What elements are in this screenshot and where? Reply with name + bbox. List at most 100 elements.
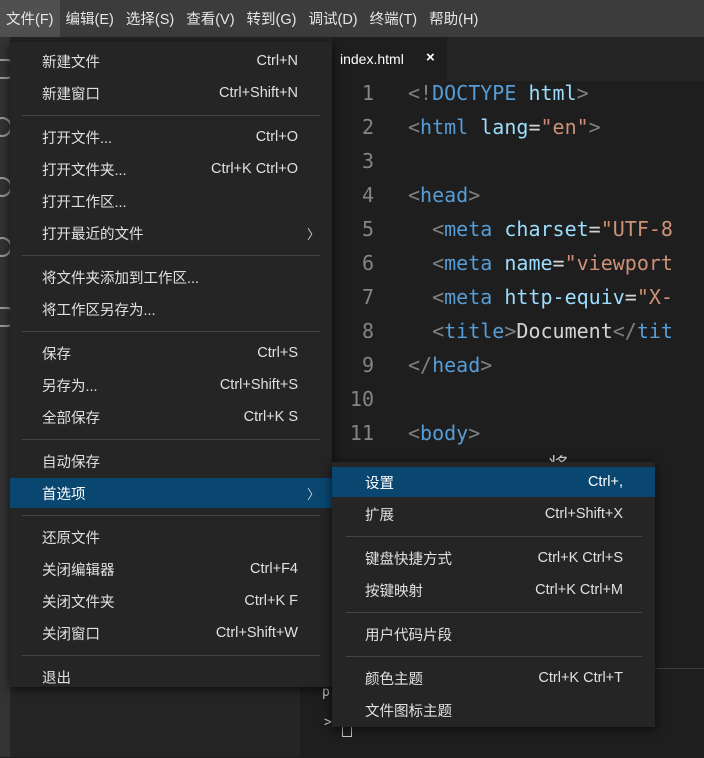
menu-item[interactable]: 还原文件 (10, 522, 332, 552)
line-number: 7 (361, 285, 374, 309)
menu-item-shortcut: Ctrl+K Ctrl+O (210, 161, 298, 177)
code-line[interactable]: 8 <title>Document</tit (332, 319, 704, 353)
menu-item[interactable]: 全部保存 Ctrl+K S (10, 402, 332, 432)
code-text: <html lang="en"> (408, 115, 601, 139)
menu-item-label: 按键映射 (365, 583, 423, 600)
code-line[interactable]: 4 <head> (332, 183, 704, 217)
tab-label: index.html (340, 51, 404, 67)
menu-item-shortcut: Ctrl+N (256, 53, 299, 69)
line-number: 8 (361, 319, 374, 343)
menu-item-label: 关闭窗口 (42, 626, 100, 643)
menu-item[interactable]: 打开文件... Ctrl+O (10, 122, 332, 152)
menu-item[interactable]: 自动保存 (10, 446, 332, 476)
line-number: 2 (361, 115, 374, 139)
menubar-item[interactable]: 编辑(E) (60, 0, 120, 37)
menu-item-label: 关闭文件夹 (42, 594, 115, 611)
file-menu: 新建文件 Ctrl+N 新建窗口 Ctrl+Shift+N 打开文件... Ctrl+O 打… (10, 42, 332, 687)
line-number: 1 (361, 81, 374, 105)
close-icon[interactable]: × (426, 49, 435, 66)
menu-item[interactable]: 颜色主题 Ctrl+K Ctrl+T (332, 663, 655, 693)
activity-bar (0, 37, 12, 757)
menubar-item[interactable]: 文件(F) (0, 0, 60, 37)
code-line[interactable]: 2 <html lang="en"> (332, 115, 704, 149)
menu-item-label: 新建文件 (42, 54, 100, 71)
menu-item[interactable]: 关闭文件夹 Ctrl+K F (10, 586, 332, 616)
menu-item[interactable]: 键盘快捷方式 Ctrl+K Ctrl+S (332, 543, 655, 573)
menu-item[interactable]: 另存为... Ctrl+Shift+S (10, 370, 332, 400)
menu-separator (22, 331, 320, 332)
menu-item-shortcut: Ctrl+Shift+N (219, 85, 298, 101)
menu-item-shortcut: Ctrl+Shift+X (544, 506, 623, 522)
menu-item-shortcut: Ctrl+F4 (250, 561, 298, 577)
menu-item-label: 关闭编辑器 (42, 562, 115, 579)
menu-item-label: 将文件夹添加到工作区... (42, 270, 200, 287)
menu-separator (22, 655, 320, 656)
menu-item-label: 打开最近的文件 (42, 226, 144, 243)
code-line[interactable]: 9 </head> (332, 353, 704, 387)
menu-item-shortcut: Ctrl+S (257, 345, 298, 361)
menu-item[interactable]: 关闭编辑器 Ctrl+F4 (10, 554, 332, 584)
menubar-item[interactable]: 选择(S) (120, 0, 180, 37)
code-text: <head> (408, 183, 481, 207)
menu-item[interactable]: 打开工作区... (10, 186, 332, 216)
line-number: 5 (361, 217, 374, 241)
menu-item[interactable]: 用户代码片段 (332, 619, 655, 649)
menu-separator (22, 515, 320, 516)
tab-index-html[interactable]: index.html × (332, 37, 447, 81)
line-number: 6 (361, 251, 374, 275)
menu-item[interactable]: 打开文件夹... Ctrl+K Ctrl+O (10, 154, 332, 184)
menu-separator (346, 612, 642, 613)
line-number: 4 (361, 183, 374, 207)
code-line[interactable]: 10 (332, 387, 704, 421)
menu-item[interactable]: 打开最近的文件 〉 (10, 218, 332, 248)
menu-item-label: 保存 (42, 346, 71, 363)
menu-item[interactable]: 关闭窗口 Ctrl+Shift+W (10, 618, 332, 648)
menubar: 文件(F) 编辑(E) 选择(S) 查看(V) 转到(G) 调试(D) 终端(T) 帮助(H) (0, 0, 704, 37)
code-line[interactable]: 3 (332, 149, 704, 183)
menu-item-shortcut: Ctrl+K Ctrl+S (537, 550, 623, 566)
preferences-submenu: 设置 Ctrl+, 扩展 Ctrl+Shift+X 键盘快捷方式 Ctrl+K Ctrl+… (332, 462, 655, 727)
menubar-item[interactable]: 转到(G) (241, 0, 303, 37)
menubar-item[interactable]: 调试(D) (302, 0, 363, 37)
line-number: 10 (349, 387, 374, 411)
menu-item-label: 打开文件夹... (42, 162, 127, 179)
line-number: 9 (361, 353, 374, 377)
menu-item-shortcut: Ctrl+O (255, 129, 298, 145)
menubar-item[interactable]: 查看(V) (180, 0, 240, 37)
menu-item[interactable]: 将工作区另存为... (10, 294, 332, 324)
menu-item-shortcut: Ctrl+K S (243, 409, 298, 425)
line-number: 11 (349, 421, 374, 445)
menu-item[interactable]: 设置 Ctrl+, (332, 467, 655, 497)
menu-separator (22, 255, 320, 256)
menu-item-label: 新建窗口 (42, 86, 100, 103)
line-number: 3 (361, 149, 374, 173)
menu-item[interactable]: 退出 (10, 662, 332, 692)
menu-item-label: 自动保存 (42, 454, 100, 471)
code-line[interactable]: 7 <meta http-equiv="X- (332, 285, 704, 319)
menubar-item[interactable]: 终端(T) (364, 0, 424, 37)
menu-item-label: 打开工作区... (42, 194, 127, 211)
menu-item-shortcut: Ctrl+Shift+S (219, 377, 298, 393)
menu-separator (346, 536, 642, 537)
chevron-right-icon: 〉 (306, 226, 320, 242)
code-line[interactable]: 5 <meta charset="UTF-8 (332, 217, 704, 251)
menu-item[interactable]: 保存 Ctrl+S (10, 338, 332, 368)
menu-item[interactable]: 扩展 Ctrl+Shift+X (332, 499, 655, 529)
tab-strip: index.html × (332, 37, 704, 81)
menu-separator (22, 439, 320, 440)
menu-item-shortcut: Ctrl+K F (244, 593, 298, 609)
menubar-item[interactable]: 帮助(H) (423, 0, 484, 37)
code-text: <meta name="viewport (432, 251, 673, 275)
code-line[interactable]: 6 <meta name="viewport (332, 251, 704, 285)
menu-item[interactable]: 新建窗口 Ctrl+Shift+N (10, 78, 332, 108)
menu-separator (22, 115, 320, 116)
menu-item[interactable]: 新建文件 Ctrl+N (10, 46, 332, 76)
menu-item-label: 键盘快捷方式 (365, 551, 452, 568)
menu-item[interactable]: 将文件夹添加到工作区... (10, 262, 332, 292)
menu-item[interactable]: 按键映射 Ctrl+K Ctrl+M (332, 575, 655, 605)
menu-item-label: 退出 (42, 670, 71, 687)
menu-item[interactable]: 文件图标主题 (332, 695, 655, 725)
code-text: <body> (408, 421, 481, 445)
code-line[interactable]: 1 <!DOCTYPE html> (332, 81, 704, 115)
menu-item[interactable]: 首选项 〉 (10, 478, 332, 508)
